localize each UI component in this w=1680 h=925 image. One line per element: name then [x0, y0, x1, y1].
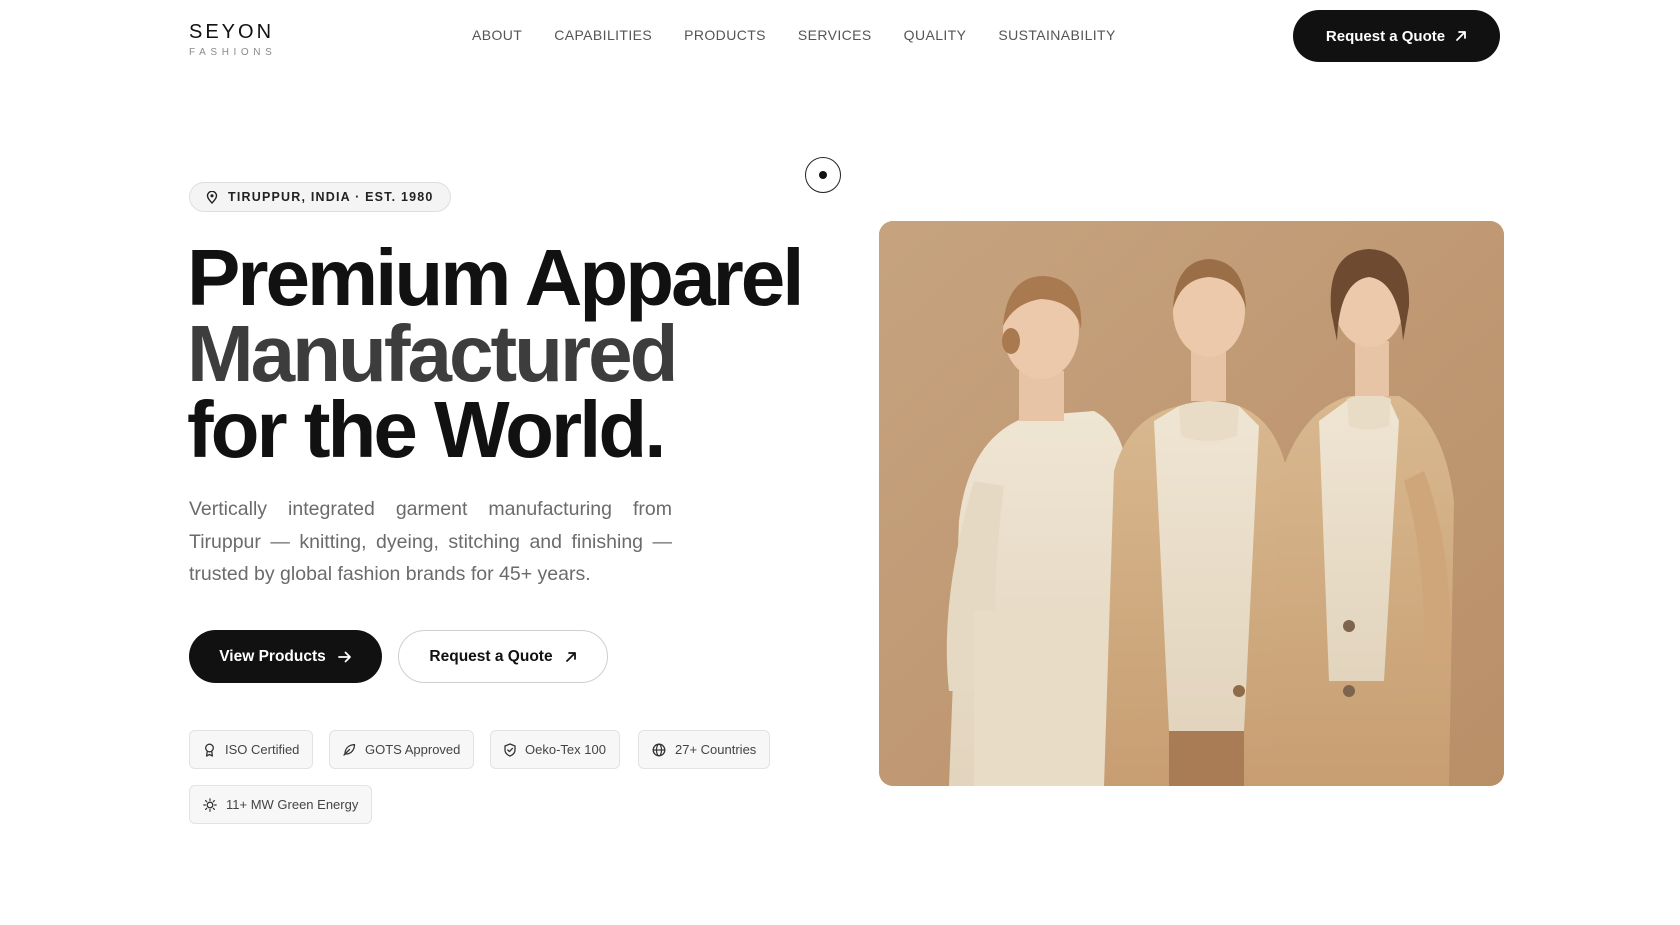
arrow-up-right-icon — [565, 651, 576, 662]
nav-item-sustainability[interactable]: SUSTAINABILITY — [998, 26, 1115, 44]
chip-oeko-tex: Oeko-Tex 100 — [490, 730, 620, 769]
leaf-icon — [343, 743, 356, 756]
chip-iso-certified: ISO Certified — [189, 730, 314, 769]
header-request-quote-button[interactable]: Request a Quote — [1293, 10, 1500, 62]
arrow-up-right-icon — [1456, 31, 1466, 41]
globe-icon — [652, 743, 666, 756]
nav-item-quality[interactable]: QUALITY — [904, 26, 967, 44]
headline-line-3: for the World. — [187, 390, 801, 470]
location-badge-text: TIRUPPUR, INDIA · EST. 1980 — [228, 190, 434, 204]
nav-item-capabilities[interactable]: CAPABILITIES — [554, 26, 652, 44]
headline-line-1: Premium Apparel — [187, 233, 804, 322]
sun-icon — [203, 797, 217, 812]
arrow-right-icon — [337, 651, 351, 662]
chip-label: Oeko-Tex 100 — [525, 742, 606, 757]
hero-headline: Premium Apparel Manufactured for the Wor… — [187, 233, 804, 470]
chip-gots-approved: GOTS Approved — [329, 730, 475, 769]
shield-check-icon — [504, 742, 516, 757]
chip-countries: 27+ Countries — [638, 730, 771, 769]
view-products-button[interactable]: View Products — [189, 630, 382, 683]
chip-green-energy: 11+ MW Green Energy — [189, 785, 373, 824]
models-photo-illustration — [879, 221, 1504, 786]
brand-logo[interactable]: SEYON FASHIONS — [189, 22, 276, 58]
slide-indicator[interactable] — [805, 157, 841, 193]
headline-line-2: Manufactured — [187, 314, 801, 394]
chip-label: GOTS Approved — [365, 742, 461, 757]
nav-item-products[interactable]: PRODUCTS — [684, 26, 766, 44]
nav-item-about[interactable]: ABOUT — [472, 26, 522, 44]
slide-indicator-dot — [819, 171, 827, 179]
request-quote-button[interactable]: Request a Quote — [398, 630, 608, 683]
hero-image — [879, 221, 1504, 786]
brand-tagline: FASHIONS — [189, 47, 277, 58]
hero-subtext: Vertically integrated garment manufactur… — [189, 498, 672, 585]
brand-name: SEYON — [189, 21, 275, 43]
header-request-quote-label: Request a Quote — [1325, 27, 1446, 45]
location-badge: TIRUPPUR, INDIA · EST. 1980 — [189, 182, 451, 212]
map-pin-icon — [206, 190, 218, 204]
chip-label: 27+ Countries — [675, 742, 757, 757]
nav-item-services[interactable]: SERVICES — [798, 26, 872, 44]
chip-label: 11+ MW Green Energy — [226, 797, 359, 812]
request-quote-label: Request a Quote — [429, 647, 553, 665]
headline-line-3-text: for the World — [187, 385, 647, 474]
headline-dot: . — [644, 385, 666, 474]
award-icon — [205, 743, 214, 757]
chip-label: ISO Certified — [225, 742, 300, 757]
view-products-label: View Products — [219, 647, 326, 665]
main-nav: ABOUT CAPABILITIES PRODUCTS SERVICES QUA… — [472, 26, 1116, 44]
